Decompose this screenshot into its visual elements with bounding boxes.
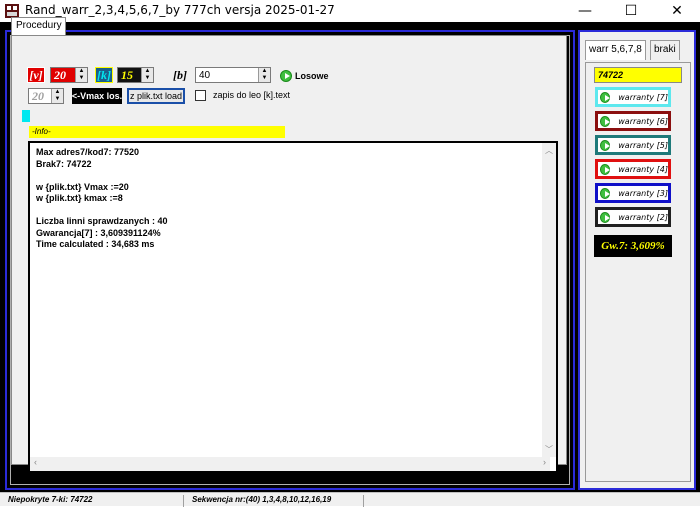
play-icon xyxy=(600,139,611,151)
maximize-button[interactable]: ☐ xyxy=(608,0,654,22)
warranty-button-4[interactable]: warranty [4] xyxy=(595,159,671,179)
b-label: [b] xyxy=(173,67,187,82)
warranty-button-label: warranty [3] xyxy=(618,188,668,198)
play-icon xyxy=(600,115,611,127)
warranty-button-label: warranty [4] xyxy=(618,164,668,174)
v-label: [v] xyxy=(27,67,45,83)
warranty-button-5[interactable]: warranty [5] xyxy=(595,135,671,155)
gwarancja-display: Gw.7: 3,609% xyxy=(594,235,672,257)
b-spinner-arrows[interactable]: ▲ ▼ xyxy=(258,68,270,82)
warranty-button-7[interactable]: warranty [7] xyxy=(595,87,671,107)
spin-down-icon[interactable]: ▼ xyxy=(259,75,270,82)
info-text: Max adres7/kod7: 77520 Brak7: 74722 w {p… xyxy=(36,147,168,249)
play-icon xyxy=(600,163,611,175)
tab-warr[interactable]: warr 5,6,7,8 xyxy=(585,40,646,60)
warr-panel: 74722 warranty [7] warranty [6] warranty [… xyxy=(585,62,691,482)
scroll-right-icon[interactable]: › xyxy=(543,457,546,467)
spin-down-icon[interactable]: ▼ xyxy=(76,75,87,82)
minimize-button[interactable]: — xyxy=(562,0,608,22)
warranty-button-label: warranty [7] xyxy=(618,92,668,102)
status-niepokryte: Niepokryte 7-ki: 74722 xyxy=(0,495,184,507)
b-spinner[interactable]: 40 ▲ ▼ xyxy=(195,67,271,83)
close-button[interactable]: ✕ xyxy=(654,0,700,22)
b-value: 40 xyxy=(199,69,211,81)
horizontal-scrollbar[interactable]: ‹ › xyxy=(30,457,550,471)
app-icon xyxy=(5,4,19,18)
v-value: 20 xyxy=(54,67,66,82)
vmax-los-button[interactable]: <-Vmax los. xyxy=(72,88,122,104)
right-panel-frame: warr 5,6,7,8 braki 74722 warranty [7] war… xyxy=(578,30,696,490)
warranty-button-label: warranty [2] xyxy=(618,212,668,222)
status-bar: Niepokryte 7-ki: 74722 Sekwencja nr:(40)… xyxy=(0,492,700,507)
scroll-up-icon[interactable]: ︿ xyxy=(545,145,553,156)
losowe-label: Losowe xyxy=(295,71,329,81)
load-plik-button[interactable]: z plik.txt load xyxy=(127,88,185,104)
vmax-value: 20 xyxy=(32,88,44,103)
k-spinner-arrows[interactable]: ▲ ▼ xyxy=(141,68,153,82)
cyan-indicator xyxy=(22,110,30,122)
vmax-spinner[interactable]: 20 ▲ ▼ xyxy=(28,88,64,104)
play-icon xyxy=(600,91,611,103)
vmax-spinner-arrows[interactable]: ▲ ▼ xyxy=(51,89,63,103)
warranty-button-label: warranty [6] xyxy=(618,116,668,126)
info-label: -Info- xyxy=(29,126,285,138)
k-spinner[interactable]: 15 ▲ ▼ xyxy=(117,67,154,83)
spin-up-icon[interactable]: ▲ xyxy=(52,89,63,96)
window-title: Rand_warr_2,3,4,5,6,7_by 777ch versja 20… xyxy=(25,3,335,17)
info-text-area[interactable]: Max adres7/kod7: 77520 Brak7: 74722 w {p… xyxy=(28,141,558,473)
title-bar: Rand_warr_2,3,4,5,6,7_by 777ch versja 20… xyxy=(0,0,700,22)
spin-down-icon[interactable]: ▼ xyxy=(142,75,153,82)
spin-up-icon[interactable]: ▲ xyxy=(76,68,87,75)
save-checkbox[interactable] xyxy=(195,90,206,101)
scroll-left-icon[interactable]: ‹ xyxy=(34,457,37,467)
warranty-button-label: warranty [5] xyxy=(618,140,668,150)
play-icon xyxy=(280,70,292,82)
k-label: [k] xyxy=(95,67,113,83)
warranty-button-3[interactable]: warranty [3] xyxy=(595,183,671,203)
warranty-button-6[interactable]: warranty [6] xyxy=(595,111,671,131)
spin-up-icon[interactable]: ▲ xyxy=(142,68,153,75)
tab-procedury[interactable]: Procedury xyxy=(11,17,66,35)
k-value: 15 xyxy=(121,67,133,82)
vertical-scrollbar[interactable]: ︿ ﹀ xyxy=(542,143,556,457)
warranty-button-2[interactable]: warranty [2] xyxy=(595,207,671,227)
play-icon xyxy=(600,211,611,223)
tab-braki[interactable]: braki xyxy=(650,40,680,60)
play-icon xyxy=(600,187,611,199)
spin-down-icon[interactable]: ▼ xyxy=(52,96,63,103)
save-checkbox-label: zapis do leo [k].text xyxy=(213,90,291,100)
losowe-button[interactable]: Losowe xyxy=(280,69,329,83)
status-sekwencja: Sekwencja nr:(40) 1,3,4,8,10,12,16,19 xyxy=(184,495,364,507)
brak-value-box: 74722 xyxy=(594,67,682,83)
v-spinner-arrows[interactable]: ▲ ▼ xyxy=(75,68,87,82)
v-spinner[interactable]: 20 ▲ ▼ xyxy=(50,67,88,83)
spin-up-icon[interactable]: ▲ xyxy=(259,68,270,75)
scroll-down-icon[interactable]: ﹀ xyxy=(545,444,553,455)
